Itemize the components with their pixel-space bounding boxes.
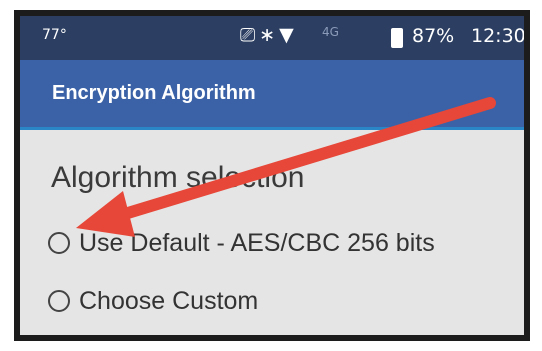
phone-screen: 77° ⎚∗▼ 4G 87% 12:30 Encryption Algorith… — [20, 16, 524, 335]
page-title: Encryption Algorithm — [52, 82, 256, 104]
preference-title: Algorithm selection — [51, 161, 305, 194]
bluetooth-icon: ∗ — [259, 24, 280, 46]
device-frame: 77° ⎚∗▼ 4G 87% 12:30 Encryption Algorith… — [14, 10, 530, 341]
wifi-icon: ▼ — [279, 24, 298, 46]
radio-button[interactable] — [48, 232, 70, 254]
app-bar: Encryption Algorithm — [20, 60, 524, 127]
battery-icon — [391, 28, 403, 48]
battery-percentage: 87% — [412, 25, 455, 47]
status-icons: ⎚∗▼ — [240, 24, 298, 46]
option-use-default[interactable]: Use Default - AES/CBC 256 bits — [48, 223, 435, 263]
radio-button[interactable] — [48, 290, 70, 312]
clock: 12:30 — [471, 25, 524, 47]
app-bar-divider — [20, 127, 524, 130]
option-label: Use Default - AES/CBC 256 bits — [79, 228, 435, 257]
status-bar: 77° ⎚∗▼ 4G 87% 12:30 — [20, 16, 524, 60]
cast-icon: ⎚ — [240, 24, 260, 46]
temperature-indicator: 77° — [42, 27, 67, 43]
option-choose-custom[interactable]: Choose Custom — [48, 281, 258, 321]
signal-icon: 4G — [322, 25, 339, 39]
option-label: Choose Custom — [79, 286, 259, 315]
